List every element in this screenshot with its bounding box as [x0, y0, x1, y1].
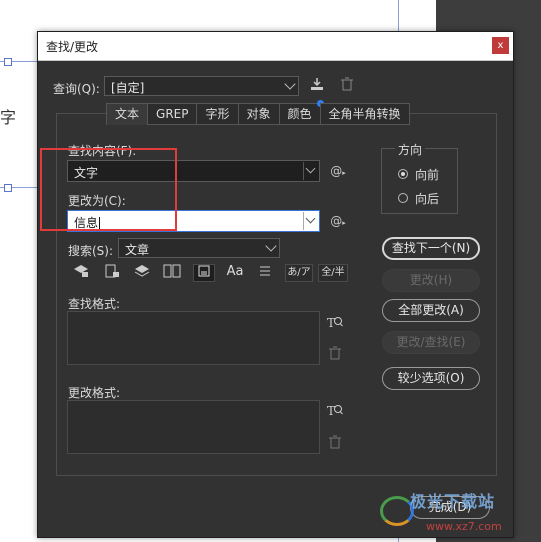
special-chars-icon[interactable]: @▸ — [328, 163, 348, 181]
tab-color[interactable]: 颜色 — [278, 100, 324, 125]
master-pages-icon[interactable] — [161, 264, 183, 282]
specify-format-icon[interactable]: T — [326, 315, 344, 335]
tab-object[interactable]: 对象 — [237, 103, 279, 125]
chevron-down-icon — [265, 240, 277, 252]
search-select[interactable]: 文章 — [118, 238, 280, 258]
annotation-highlight — [40, 148, 177, 231]
footnotes-icon[interactable] — [193, 264, 215, 282]
locked-layers-icon[interactable] — [70, 264, 92, 282]
query-select[interactable]: [自定] — [104, 76, 299, 96]
frame-handle[interactable] — [4, 58, 12, 66]
tab-width-conversion[interactable]: 全角半角转换 — [319, 103, 410, 125]
hidden-layers-icon[interactable] — [131, 264, 153, 282]
whole-word-icon[interactable] — [254, 264, 276, 282]
chevron-down-icon — [305, 213, 316, 224]
search-label: 搜索(S): — [68, 244, 114, 258]
chevron-down-icon — [305, 163, 316, 174]
dialog-title: 查找/更改 — [46, 40, 99, 54]
find-format-box[interactable] — [67, 311, 320, 365]
change-find-button[interactable]: 更改/查找(E) — [382, 331, 480, 354]
query-label: 查询(Q): — [53, 82, 100, 96]
case-sensitive-toggle[interactable]: Aa — [224, 264, 246, 282]
watermark-url: www.xz7.com — [426, 520, 502, 533]
tab-glyph[interactable]: 字形 — [196, 103, 238, 125]
search-value: 文章 — [125, 243, 150, 257]
direction-forward-label: 向前 — [415, 168, 440, 182]
svg-text:T: T — [327, 404, 335, 418]
save-query-icon[interactable] — [309, 77, 325, 95]
kana-toggle[interactable]: あ/ア — [285, 264, 313, 282]
dialog-titlebar[interactable]: 查找/更改 x — [38, 32, 513, 61]
width-toggle[interactable]: 全/半 — [318, 264, 348, 282]
find-next-button[interactable]: 查找下一个(N) — [382, 237, 480, 260]
watermark-logo — [380, 496, 414, 526]
direction-backward-label: 向后 — [415, 192, 440, 206]
tab-color-label: 颜色 — [287, 107, 312, 121]
find-format-label: 查找格式: — [68, 297, 121, 311]
tab-text[interactable]: 文本 — [106, 103, 148, 125]
locked-stories-icon[interactable] — [101, 264, 123, 282]
frame-handle[interactable] — [4, 184, 12, 192]
change-format-label: 更改格式: — [68, 386, 121, 400]
svg-text:T: T — [327, 316, 335, 330]
direction-label: 方向 — [395, 141, 426, 158]
field-separator — [303, 162, 304, 180]
change-all-button[interactable]: 全部更改(A) — [382, 299, 480, 322]
field-separator — [303, 212, 304, 230]
change-format-box[interactable] — [67, 400, 320, 454]
fewer-options-button[interactable]: 较少选项(O) — [382, 367, 480, 390]
tab-grep[interactable]: GREP — [147, 103, 197, 125]
query-value: [自定] — [111, 81, 145, 95]
trash-icon[interactable] — [327, 435, 343, 453]
special-chars-icon[interactable]: @▸ — [328, 213, 348, 231]
tab-bar: 文本 GREP 字形 对象 颜色 全角半角转换 — [106, 100, 410, 125]
document-text: 字 — [0, 108, 17, 127]
specify-format-icon[interactable]: T — [326, 403, 344, 423]
trash-icon[interactable] — [327, 346, 343, 364]
direction-backward-radio[interactable] — [398, 193, 408, 203]
change-button[interactable]: 更改(H) — [382, 269, 480, 292]
direction-forward-radio[interactable] — [398, 169, 408, 179]
trash-icon[interactable] — [339, 77, 355, 95]
watermark-text: 极光下载站 — [410, 492, 496, 511]
close-button[interactable]: x — [492, 37, 509, 54]
chevron-down-icon — [284, 78, 296, 90]
